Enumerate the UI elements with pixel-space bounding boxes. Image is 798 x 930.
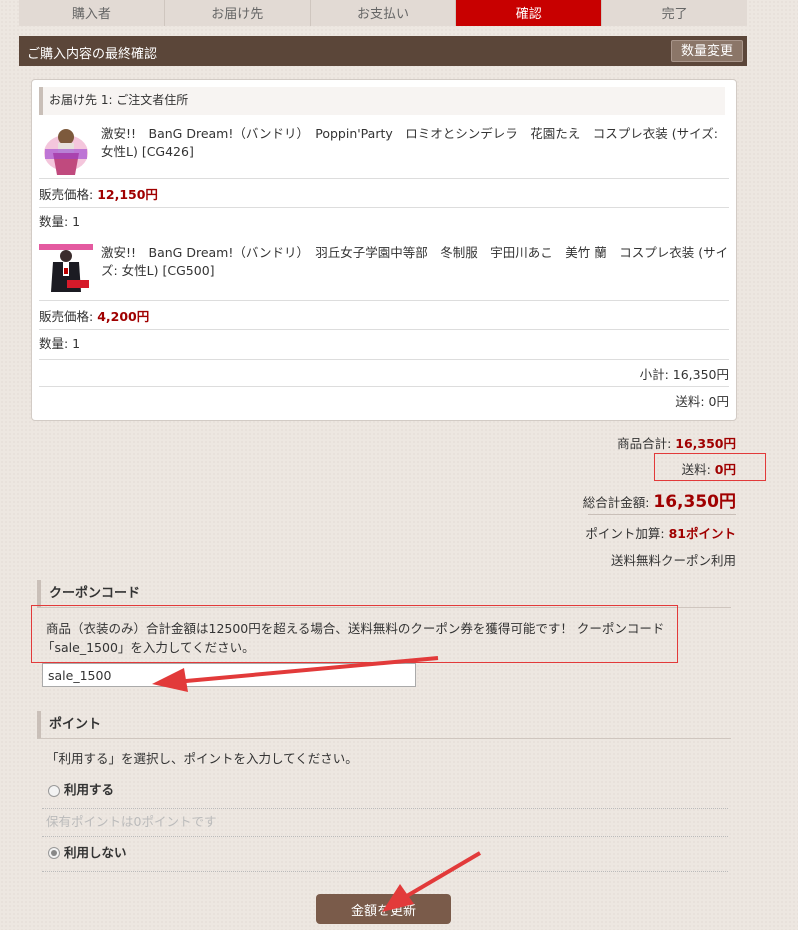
points-earned-label: ポイント加算:	[585, 526, 669, 541]
divider	[39, 359, 729, 360]
goods-total: 商品合計: 16,350円	[617, 433, 736, 452]
coupon-code-input[interactable]	[42, 663, 416, 687]
step-label: 購入者	[71, 7, 111, 22]
product-name[interactable]: 激安!! BanG Dream!（バンドリ） 羽丘女子学園中等部 冬制服 宇田川…	[101, 244, 729, 280]
step-label: お届け先	[211, 7, 264, 22]
shipping-total: 送料: 0円	[682, 459, 736, 478]
no-points-radio[interactable]	[48, 847, 60, 859]
step-payment: お支払い	[310, 0, 457, 26]
divider	[39, 386, 729, 387]
divider	[42, 871, 728, 872]
coupon-note: 送料無料クーポン利用	[610, 553, 736, 568]
step-complete: 完了	[602, 0, 747, 26]
goods-total-label: 商品合計:	[617, 436, 676, 451]
checkout-steps: 購入者 お届け先 お支払い 確認 完了	[19, 0, 747, 26]
grand-total-value: 16,350円	[653, 492, 736, 512]
quantity-text: 数量: 1	[39, 214, 81, 229]
points-earned-value: 81ポイント	[668, 526, 736, 541]
price-value: 12,150円	[97, 187, 158, 202]
divider	[39, 329, 729, 330]
use-points-label[interactable]: 利用する	[64, 780, 114, 799]
no-points-label[interactable]: 利用しない	[64, 843, 127, 862]
coupon-message-line2: 「sale_1500」を入力してください。	[42, 640, 255, 655]
change-quantity-button[interactable]: 数量変更	[670, 40, 743, 62]
price-row: 販売価格: 12,150円	[39, 184, 158, 203]
goods-total-value: 16,350円	[675, 436, 736, 451]
step-confirm: 確認	[456, 0, 603, 26]
divider	[39, 178, 729, 179]
price-value: 4,200円	[97, 309, 150, 324]
quantity-text: 数量: 1	[39, 336, 81, 351]
use-points-radio[interactable]	[48, 785, 60, 797]
coupon-message-line1: 商品（衣装のみ）合計金額は12500円を超える場合、送料無料のクーポン券を獲得可…	[46, 621, 665, 636]
points-instruction: 「利用する」を選択し、ポイントを入力してください。	[46, 751, 358, 766]
confirm-header: ご購入内容の最終確認 数量変更	[19, 36, 747, 66]
grand-total: 総合計金額: 16,350円	[583, 487, 736, 512]
step-label: お支払い	[356, 7, 409, 22]
held-points-note: 保有ポイントは0ポイントです	[46, 814, 217, 829]
product-thumbnail[interactable]	[39, 125, 93, 179]
divider	[42, 808, 728, 809]
step-buyer: 購入者	[19, 0, 165, 26]
price-label: 販売価格:	[39, 187, 98, 202]
divider	[39, 207, 729, 208]
divider	[39, 300, 729, 301]
coupon-heading: クーポンコード	[37, 580, 731, 608]
step-label: 確認	[515, 7, 542, 22]
delivery-address-label: お届け先 1: ご注文者住所	[39, 87, 725, 115]
divider	[42, 836, 728, 837]
page-title: ご購入内容の最終確認	[27, 47, 158, 62]
price-row: 販売価格: 4,200円	[39, 306, 149, 325]
order-summary-box: お届け先 1: ご注文者住所 激安!! BanG Dream!（バンドリ） Po…	[31, 79, 737, 421]
price-label: 販売価格:	[39, 309, 98, 324]
subtotal-text: 小計: 16,350円	[639, 367, 729, 382]
update-amount-button[interactable]: 金額を更新	[316, 894, 451, 924]
points-earned: ポイント加算: 81ポイント	[585, 523, 736, 542]
box-shipping-text: 送料: 0円	[675, 394, 729, 409]
shipping-total-value: 0円	[714, 462, 736, 477]
shipping-total-label: 送料:	[681, 462, 715, 477]
step-label: 完了	[661, 7, 688, 22]
points-heading: ポイント	[37, 711, 731, 739]
product-thumbnail[interactable]	[39, 244, 93, 298]
grand-total-label: 総合計金額:	[582, 495, 654, 510]
step-delivery: お届け先	[164, 0, 311, 26]
product-name[interactable]: 激安!! BanG Dream!（バンドリ） Poppin'Party ロミオと…	[101, 125, 729, 161]
divider	[588, 514, 736, 515]
